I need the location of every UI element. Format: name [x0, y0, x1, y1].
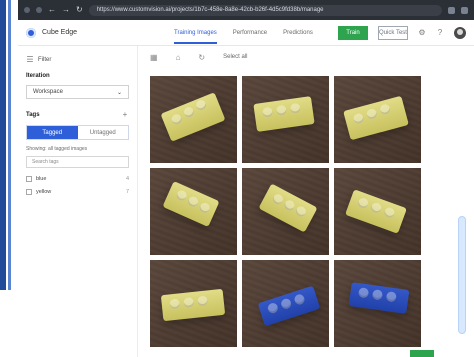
left-accent-bar	[0, 0, 6, 290]
tab-performance[interactable]: Performance	[233, 21, 267, 44]
left-sidebar: ☰ Filter Iteration Workspace ⌄ Tags + Ta…	[18, 46, 138, 357]
image-tile[interactable]	[334, 168, 421, 255]
chevron-down-icon: ⌄	[116, 89, 122, 96]
extension-icon[interactable]	[448, 6, 455, 14]
window-control-icon[interactable]	[24, 7, 30, 13]
menu-icon[interactable]	[461, 6, 468, 14]
tab-training-images[interactable]: Training Images	[174, 21, 217, 44]
image-tile[interactable]	[150, 260, 237, 347]
project-name: Cube Edge	[42, 29, 78, 36]
tags-header: Tags +	[26, 111, 129, 119]
image-toolbar: ▦ ⌂ ↻ Select all	[138, 46, 474, 68]
image-tile[interactable]	[242, 168, 329, 255]
gear-icon[interactable]: ⚙	[418, 28, 426, 37]
plus-icon[interactable]: +	[121, 111, 129, 119]
filter-icon: ☰	[26, 55, 34, 64]
untagged-button[interactable]: Untagged	[77, 126, 128, 139]
main-tabs: Training Images Performance Predictions	[174, 21, 313, 44]
avatar[interactable]	[454, 26, 466, 39]
back-icon[interactable]: ←	[48, 6, 56, 14]
workspace-select[interactable]: Workspace ⌄	[26, 85, 129, 99]
brand: Cube Edge	[26, 27, 146, 38]
image-tile[interactable]	[334, 260, 421, 347]
reload-icon[interactable]: ↻	[76, 6, 83, 14]
app-window: Cube Edge Training Images Performance Pr…	[18, 20, 474, 357]
tag-search-input[interactable]: Search tags	[26, 156, 129, 168]
address-bar[interactable]: https://www.customvision.ai/projects/1b7…	[88, 4, 442, 16]
refresh-icon[interactable]: ↻	[198, 53, 205, 62]
iteration-heading: Iteration	[26, 73, 50, 79]
screen-frame: ← → ↻ https://www.customvision.ai/projec…	[0, 0, 474, 357]
tag-filter-toggle: Tagged Untagged	[26, 125, 129, 140]
tab-predictions[interactable]: Predictions	[283, 21, 313, 44]
filter-row[interactable]: ☰ Filter	[26, 56, 129, 64]
image-tile[interactable]	[334, 76, 421, 163]
tag-hint: Showing: all tagged images	[26, 146, 88, 152]
forward-icon[interactable]: →	[62, 6, 70, 14]
image-tile[interactable]	[150, 168, 237, 255]
grid-icon[interactable]: ▦	[150, 53, 158, 62]
checkbox-icon	[26, 176, 32, 182]
quick-test-button[interactable]: Quick Test	[378, 25, 408, 40]
train-button[interactable]: Train	[338, 25, 368, 40]
tag-count-blue: 4	[125, 176, 129, 182]
tag-checkbox-yellow[interactable]: yellow 7	[26, 189, 129, 195]
image-tile[interactable]	[242, 260, 329, 347]
image-tile[interactable]	[242, 76, 329, 163]
top-actions: Train Quick Test ⚙ ?	[338, 25, 466, 40]
tags-label: Tags	[26, 112, 40, 118]
window-control-icon[interactable]	[36, 7, 42, 13]
filter-label: Filter	[38, 57, 52, 63]
tagged-button[interactable]: Tagged	[27, 126, 78, 139]
tag-label-yellow: yellow	[36, 189, 52, 195]
image-grid	[150, 76, 422, 356]
workspace-value: Workspace	[33, 89, 63, 95]
left-accent-bar-secondary	[8, 0, 11, 290]
main-content: ▦ ⌂ ↻ Select all	[138, 46, 474, 357]
scrollbar[interactable]	[458, 216, 466, 334]
image-tile[interactable]	[150, 76, 237, 163]
tag-checkbox-blue[interactable]: blue 4	[26, 176, 129, 182]
help-icon[interactable]: ?	[436, 28, 444, 37]
tag-label-blue: blue	[36, 176, 47, 182]
top-bar: Cube Edge Training Images Performance Pr…	[18, 20, 474, 46]
checkbox-icon	[26, 189, 32, 195]
browser-chrome: ← → ↻ https://www.customvision.ai/projec…	[18, 0, 474, 20]
select-all-button[interactable]: Select all	[223, 54, 247, 60]
status-indicator	[410, 350, 434, 357]
tag-icon[interactable]: ⌂	[176, 53, 181, 62]
tag-count-yellow: 7	[125, 189, 129, 195]
eye-icon	[26, 27, 36, 38]
